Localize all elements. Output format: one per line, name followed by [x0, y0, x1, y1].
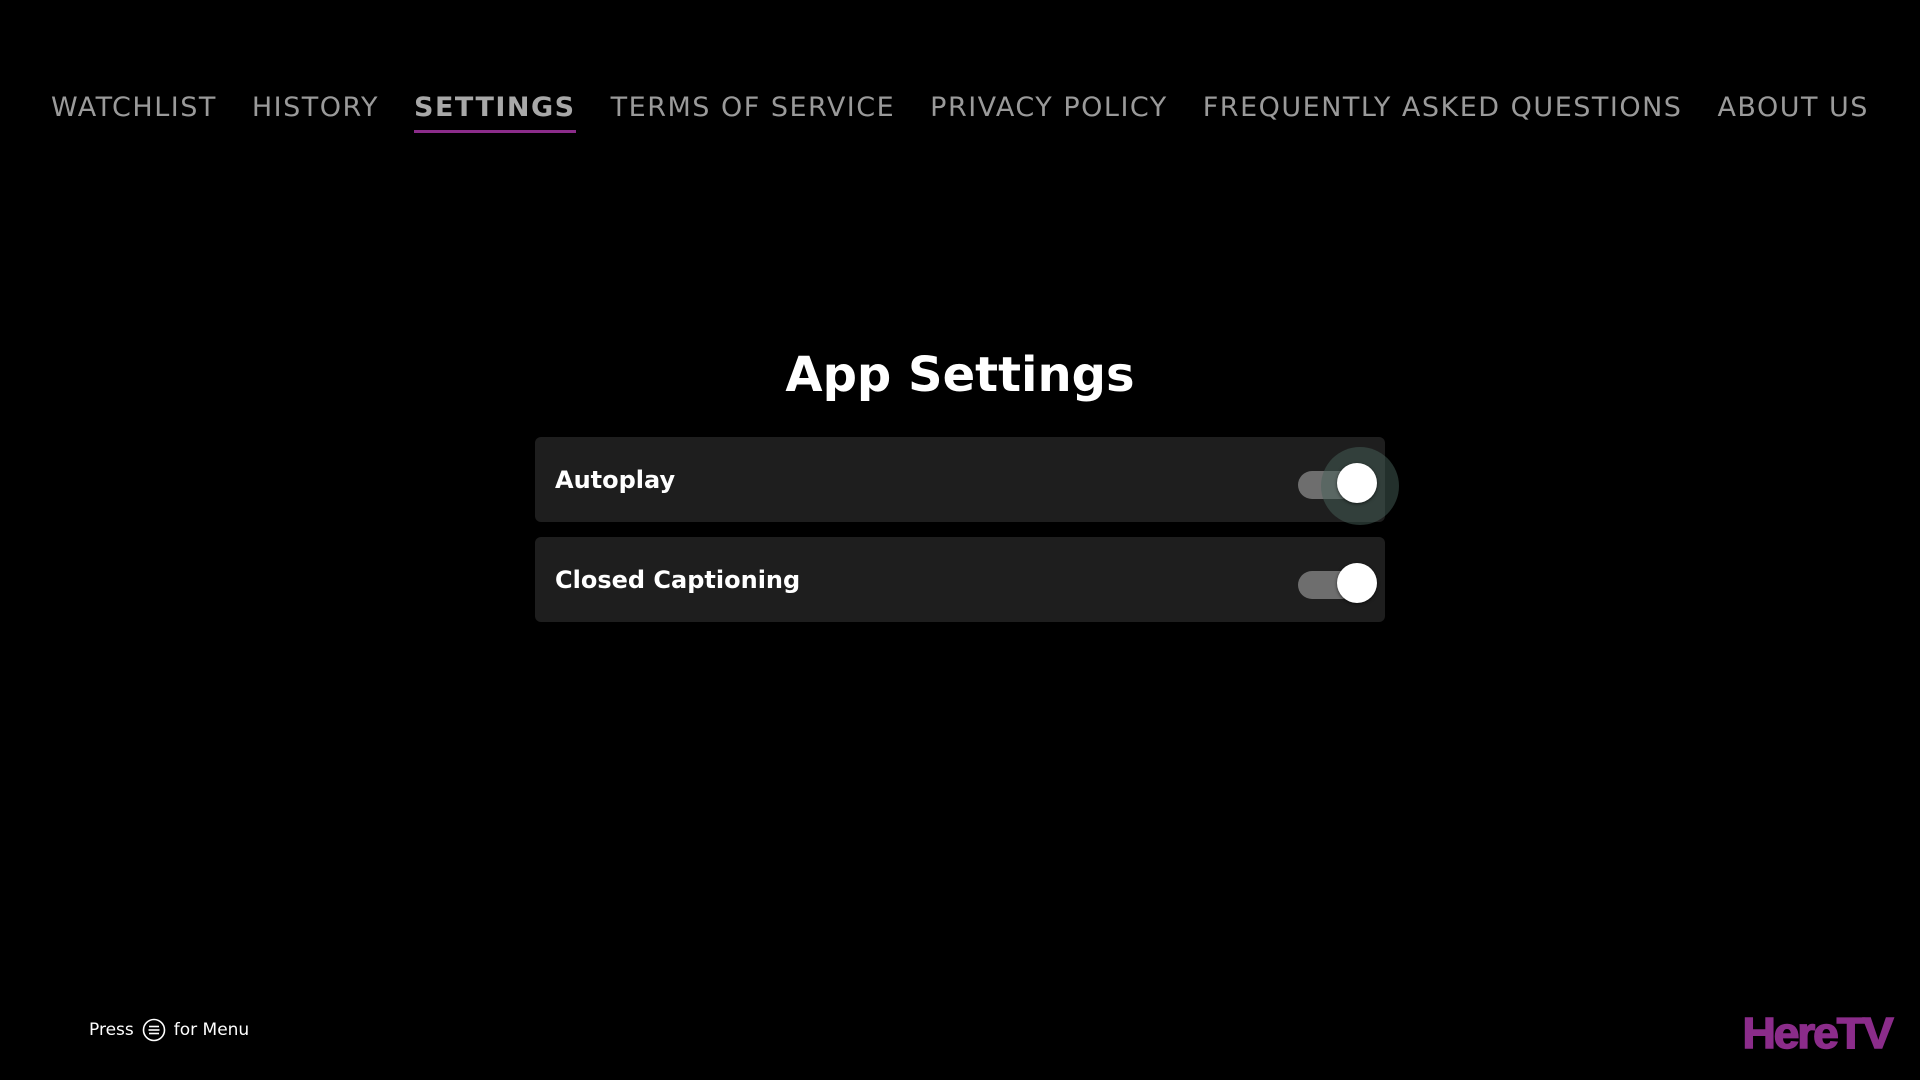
nav-item-terms-of-service[interactable]: TERMS OF SERVICE	[611, 92, 896, 133]
nav-item-privacy-policy[interactable]: PRIVACY POLICY	[930, 92, 1168, 133]
top-navigation: WATCHLIST HISTORY SETTINGS TERMS OF SERV…	[0, 92, 1920, 133]
menu-button-icon	[142, 1018, 166, 1042]
hint-prefix: Press	[89, 1020, 134, 1040]
setting-row-closed-captioning[interactable]: Closed Captioning	[535, 537, 1385, 622]
toggle-knob	[1337, 462, 1377, 503]
autoplay-toggle[interactable]	[1290, 446, 1399, 525]
toggle-knob	[1337, 562, 1377, 603]
menu-hint: Press for Menu	[89, 1018, 249, 1042]
setting-row-autoplay[interactable]: Autoplay	[535, 437, 1399, 525]
heretv-logo: HereTV	[1742, 1009, 1895, 1058]
page-title: App Settings	[785, 347, 1135, 403]
nav-item-faq[interactable]: FREQUENTLY ASKED QUESTIONS	[1203, 92, 1683, 133]
closed-captioning-toggle[interactable]	[1290, 555, 1377, 605]
nav-item-settings[interactable]: SETTINGS	[414, 92, 576, 133]
nav-item-about-us[interactable]: ABOUT US	[1717, 92, 1869, 133]
settings-list: Autoplay Closed Captioning	[535, 437, 1399, 637]
nav-item-history[interactable]: HISTORY	[252, 92, 379, 133]
setting-label-autoplay: Autoplay	[555, 465, 676, 494]
setting-label-closed-captioning: Closed Captioning	[555, 565, 801, 594]
nav-item-watchlist[interactable]: WATCHLIST	[51, 92, 217, 133]
hint-suffix: for Menu	[173, 1020, 250, 1040]
